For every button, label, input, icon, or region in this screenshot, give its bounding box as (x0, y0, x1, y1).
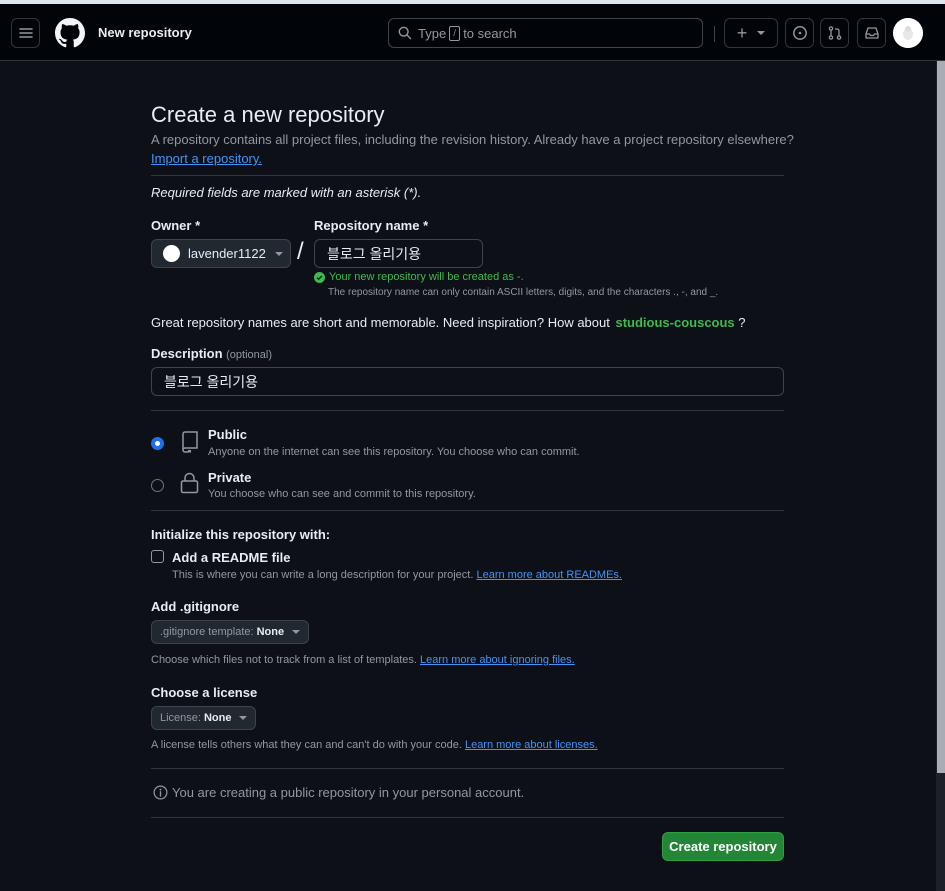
git-pull-request-icon (828, 26, 841, 40)
initialize-heading: Initialize this repository with: (151, 527, 331, 542)
global-header: New repository Type / to search + (0, 4, 945, 61)
gitignore-description-text: Choose which files not to track from a l… (151, 654, 417, 666)
learn-more-readmes-link[interactable]: Learn more about READMEs. (476, 569, 622, 581)
repo-name-hint: The repository name can only contain ASC… (328, 287, 719, 298)
import-repository-link[interactable]: Import a repository. (151, 151, 262, 166)
divider (151, 175, 784, 176)
public-description: Anyone on the internet can see this repo… (208, 446, 580, 458)
search-prefix: Type (418, 25, 447, 41)
divider (151, 768, 784, 769)
inspiration-line: Great repository names are short and mem… (151, 315, 746, 330)
owner-avatar (163, 245, 180, 262)
divider (151, 410, 784, 411)
divider (151, 510, 784, 511)
inbox-icon (864, 27, 879, 39)
search-suffix: to search (463, 25, 517, 41)
public-notice-text: You are creating a public repository in … (172, 785, 525, 800)
repo-book-icon (182, 431, 198, 453)
user-avatar[interactable] (893, 18, 923, 48)
description-label-row: Description (optional) (151, 346, 272, 361)
inspiration-text: Great repository names are short and mem… (151, 315, 610, 330)
learn-more-licenses-link[interactable]: Learn more about licenses. (465, 739, 598, 751)
chevron-down-icon (274, 251, 283, 256)
owner-value: lavender1122 (188, 246, 266, 261)
header-divider (714, 26, 715, 42)
owner-repo-separator: / (297, 238, 304, 265)
owner-select[interactable]: lavender1122 (151, 239, 291, 268)
repository-name-label: Repository name * (314, 218, 429, 233)
inbox-button[interactable] (857, 18, 886, 48)
issues-button[interactable] (785, 18, 814, 48)
add-readme-label[interactable]: Add a README file (172, 550, 290, 565)
search-input[interactable]: Type / to search (388, 18, 703, 48)
divider (151, 817, 784, 818)
description-input[interactable]: 블로그 올리기용 (151, 367, 784, 396)
avatar-image-icon (893, 18, 923, 48)
scrollbar-thumb[interactable] (937, 61, 945, 773)
info-icon (153, 785, 168, 800)
public-radio[interactable] (151, 437, 164, 450)
gitignore-template-select[interactable]: .gitignore template: None (151, 620, 310, 644)
plus-icon: + (736, 23, 748, 43)
search-icon (398, 26, 412, 40)
add-readme-checkbox[interactable] (151, 550, 164, 563)
repository-name-input[interactable]: 블로그 올리기용 (314, 239, 483, 268)
public-label: Public (208, 427, 248, 442)
check-circle-fill-icon (314, 271, 325, 283)
chevron-down-icon (292, 630, 301, 634)
chevron-down-icon (239, 716, 248, 720)
license-select-prefix: License: (160, 712, 201, 724)
repo-name-valid-text: Your new repository will be created as -… (329, 271, 524, 283)
inspiration-end: ? (738, 315, 746, 330)
private-label: Private (208, 470, 252, 485)
license-description: A license tells others what they can and… (151, 739, 598, 751)
page-title: Create a new repository (151, 102, 385, 127)
gitignore-select-value: None (256, 626, 285, 638)
page-subtitle: A repository contains all project files,… (151, 132, 794, 147)
private-radio[interactable] (151, 479, 164, 492)
readme-description-text: This is where you can write a long descr… (172, 569, 474, 581)
readme-description: This is where you can write a long descr… (172, 569, 622, 581)
context-title[interactable]: New repository (98, 25, 192, 40)
issue-opened-icon (792, 26, 807, 40)
description-optional: (optional) (226, 349, 272, 361)
learn-more-ignoring-link[interactable]: Learn more about ignoring files. (420, 654, 575, 666)
license-select[interactable]: License: None (151, 706, 257, 730)
gitignore-heading: Add .gitignore (151, 599, 240, 614)
description-label: Description (151, 346, 223, 361)
search-shortcut-key: / (449, 25, 461, 41)
hamburger-icon (18, 28, 33, 38)
create-new-button[interactable]: + (724, 18, 778, 48)
public-notice: You are creating a public repository in … (153, 785, 524, 800)
gitignore-description: Choose which files not to track from a l… (151, 654, 575, 666)
gitignore-select-prefix: .gitignore template: (160, 626, 254, 638)
github-logo-icon[interactable] (55, 18, 85, 48)
repo-name-valid-message: Your new repository will be created as -… (314, 271, 524, 283)
lock-icon (180, 472, 199, 494)
name-suggestion-button[interactable]: studious-couscous (615, 315, 734, 330)
license-description-text: A license tells others what they can and… (151, 739, 462, 751)
create-repository-button[interactable]: Create repository (662, 832, 784, 861)
license-heading: Choose a license (151, 685, 258, 700)
chevron-down-icon (757, 31, 766, 35)
pull-requests-button[interactable] (820, 18, 849, 48)
private-description: You choose who can see and commit to thi… (208, 488, 476, 500)
owner-label: Owner * (151, 218, 201, 233)
menu-button[interactable] (11, 18, 40, 48)
required-fields-note: Required fields are marked with an aster… (151, 185, 422, 200)
license-select-value: None (203, 712, 232, 724)
